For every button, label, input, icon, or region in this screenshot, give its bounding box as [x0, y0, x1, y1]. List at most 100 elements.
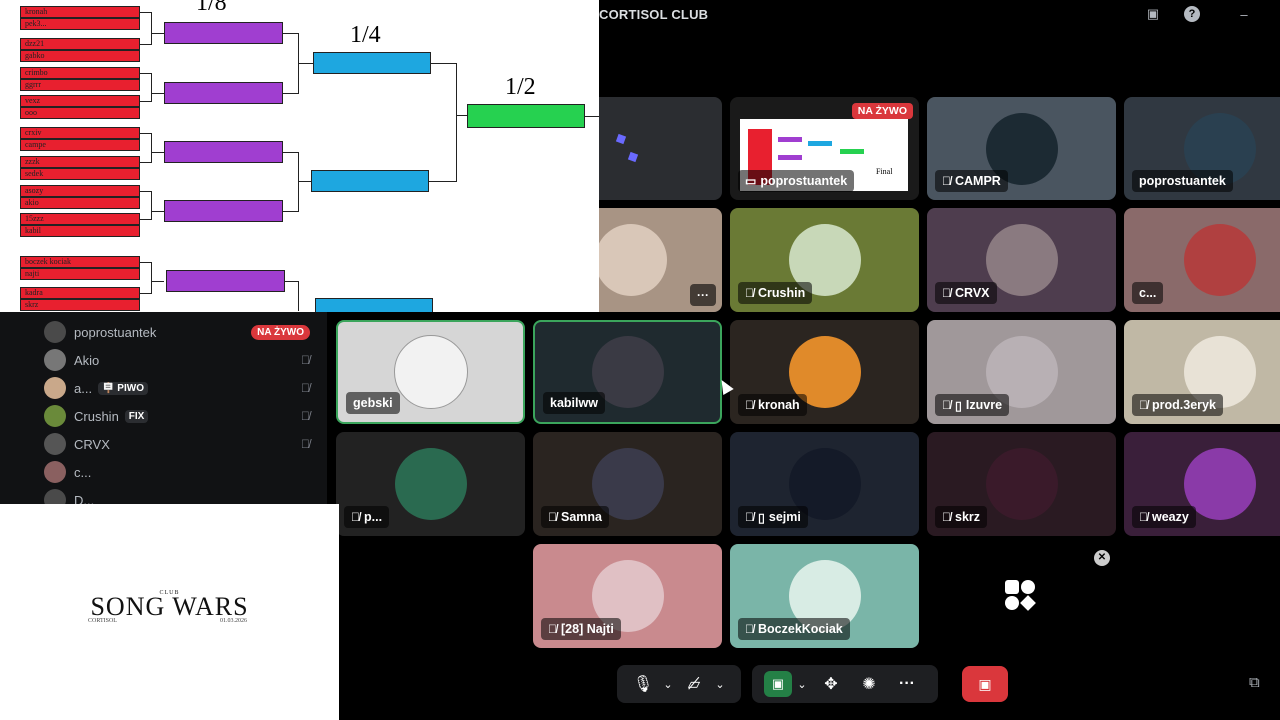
- leave-call-icon: ▣: [978, 675, 992, 692]
- avatar: [599, 224, 667, 296]
- camera-off-icon[interactable]: ▱̸: [678, 674, 710, 694]
- bracket-slot-round-of-16: [166, 270, 285, 292]
- participant-tile[interactable]: 🎙̸ CAMPR: [927, 97, 1116, 200]
- share-screen-icon[interactable]: ▣: [764, 671, 792, 697]
- bracket-slot: dzz21: [20, 38, 140, 50]
- close-icon[interactable]: ✕: [1094, 550, 1110, 566]
- participant-nametag: 🎙̸ CRVX: [935, 282, 997, 304]
- minimize-icon[interactable]: –: [1236, 6, 1252, 22]
- disconnect-button[interactable]: ▣: [962, 666, 1008, 702]
- help-icon[interactable]: ?: [1184, 6, 1200, 22]
- preview-bracket-green: [840, 149, 864, 154]
- participant-tile[interactable]: 🎙̸ Samna: [533, 432, 722, 536]
- participant-nametag: c...: [1132, 282, 1164, 304]
- participant-name: sejmi: [768, 510, 801, 524]
- participant-tile[interactable]: 🎙̸ BoczekKociak: [730, 544, 919, 648]
- bracket-slot: kronah: [20, 6, 140, 18]
- participant-nametag: 🎙̸ p...: [344, 506, 390, 528]
- activity-tile[interactable]: ✕: [927, 544, 1116, 648]
- more-options-button[interactable]: ···: [690, 284, 716, 306]
- member-item[interactable]: Crushin FIX 🎙̸: [44, 404, 316, 428]
- member-name: D...: [74, 492, 95, 505]
- avatar: [44, 461, 66, 483]
- share-controls: ▣ ⌄ ✥ ✺ ···: [752, 665, 938, 703]
- participant-name: weazy: [1152, 510, 1189, 524]
- preview-bracket-purple: [778, 137, 802, 142]
- member-name: poprostuantek: [74, 324, 157, 340]
- participant-tile[interactable]: [599, 97, 722, 200]
- avatar: [985, 448, 1058, 520]
- participant-name: CRVX: [955, 286, 990, 300]
- activities-icon: [1005, 580, 1037, 612]
- mic-muted-icon: 🎙̸: [351, 510, 360, 524]
- participant-tile[interactable]: 🎙̸ [28] Najti: [533, 544, 722, 648]
- mic-muted-icon: 🎙̸: [301, 353, 310, 367]
- bracket-slot-quarterfinal: [311, 170, 429, 192]
- chevron-down-icon[interactable]: ⌄: [792, 678, 812, 691]
- member-name: Crushin: [74, 408, 119, 424]
- participant-tile[interactable]: gebski: [336, 320, 525, 424]
- bracket-slot: crimbo: [20, 67, 140, 79]
- participant-tile[interactable]: c...: [1124, 208, 1280, 312]
- mic-muted-icon: 🎙̸: [1139, 398, 1148, 412]
- mic-muted-icon: 🎙̸: [942, 510, 951, 524]
- participant-tile[interactable]: ···: [599, 208, 722, 312]
- participant-nametag: 🎙̸ BoczekKociak: [738, 618, 850, 640]
- more-icon[interactable]: ···: [888, 675, 926, 693]
- bracket-slot-round-of-16: [164, 200, 283, 222]
- mic-muted-icon: 🎙̸: [942, 174, 951, 188]
- participant-tile[interactable]: 🎙̸ skrz: [927, 432, 1116, 536]
- screen-share-thumbnail: [615, 133, 627, 145]
- live-badge: NA ŻYWO: [251, 324, 310, 340]
- participant-tile[interactable]: poprostuantek: [1124, 97, 1280, 200]
- participant-tile[interactable]: 🎙̸ ▯ Izuvre: [927, 320, 1116, 424]
- participant-nametag: 🎙̸ kronah: [738, 394, 807, 416]
- activities-icon[interactable]: ✥: [812, 674, 850, 694]
- member-tag: 🪧 PIWO: [98, 381, 148, 395]
- member-name: Akio: [74, 352, 100, 368]
- bracket-slot: kadra: [20, 287, 140, 299]
- bracket-slot: kabil: [20, 225, 140, 237]
- participant-tile[interactable]: 🎙̸ kronah: [730, 320, 919, 424]
- member-item[interactable]: a... 🪧 PIWO 🎙̸: [44, 376, 316, 400]
- participant-name: p...: [364, 510, 383, 524]
- member-item[interactable]: D...: [44, 488, 316, 504]
- participant-tile[interactable]: 🎙̸ CRVX: [927, 208, 1116, 312]
- member-item[interactable]: poprostuantek NA ŻYWO: [44, 320, 316, 344]
- bracket-slot: pek3...: [20, 18, 140, 30]
- chevron-down-icon[interactable]: ⌄: [710, 678, 730, 691]
- participant-nametag: 🎙̸ weazy: [1132, 506, 1196, 528]
- participant-tile[interactable]: 🎙̸ weazy: [1124, 432, 1280, 536]
- avatar: [1184, 224, 1256, 296]
- microphone-icon[interactable]: 🎙: [628, 674, 658, 694]
- member-item[interactable]: Akio 🎙̸: [44, 348, 316, 372]
- stream-tile-poprostuantek[interactable]: Final NA ŻYWO ▭ poprostuantek: [730, 97, 919, 200]
- avatar: [44, 321, 66, 343]
- participant-tile[interactable]: kabilww: [533, 320, 722, 424]
- screen-share-thumbnail: [627, 151, 639, 163]
- mic-muted-icon: 🎙̸: [942, 286, 951, 300]
- participant-name: poprostuantek: [760, 174, 848, 188]
- chevron-down-icon[interactable]: ⌄: [658, 678, 678, 691]
- participant-nametag: gebski: [346, 392, 400, 414]
- voice-member-list: poprostuantek NA ŻYWO Akio 🎙̸ a... 🪧 PIW…: [0, 312, 327, 504]
- avatar: [44, 489, 66, 504]
- participant-nametag: ▭ poprostuantek: [738, 170, 855, 192]
- member-item[interactable]: c...: [44, 460, 316, 484]
- participant-name: BoczekKociak: [758, 622, 843, 636]
- pop-out-icon[interactable]: ⧉: [1249, 674, 1267, 692]
- participant-tile[interactable]: 🎙̸ prod.3eryk: [1124, 320, 1280, 424]
- audio-video-controls: 🎙 ⌄ ▱̸ ⌄: [617, 665, 741, 703]
- bracket-slot: campe: [20, 139, 140, 151]
- participant-nametag: 🎙̸ skrz: [935, 506, 988, 528]
- bracket-slot-quarterfinal: [313, 52, 431, 74]
- participant-tile[interactable]: 🎙̸ p...: [336, 432, 525, 536]
- tournament-bracket: 1/8 1/4 1/2 kronah pek3... dzz21 gabko c…: [0, 0, 599, 312]
- bracket-slot: ooo: [20, 107, 140, 119]
- participant-tile[interactable]: 🎙̸ Crushin: [730, 208, 919, 312]
- soundboard-icon[interactable]: ✺: [850, 674, 888, 694]
- participant-tile[interactable]: 🎙̸ ▯ sejmi: [730, 432, 919, 536]
- member-item[interactable]: CRVX 🎙̸: [44, 432, 316, 456]
- bracket-slot: asozy: [20, 185, 140, 197]
- inbox-icon[interactable]: ▣: [1145, 6, 1161, 22]
